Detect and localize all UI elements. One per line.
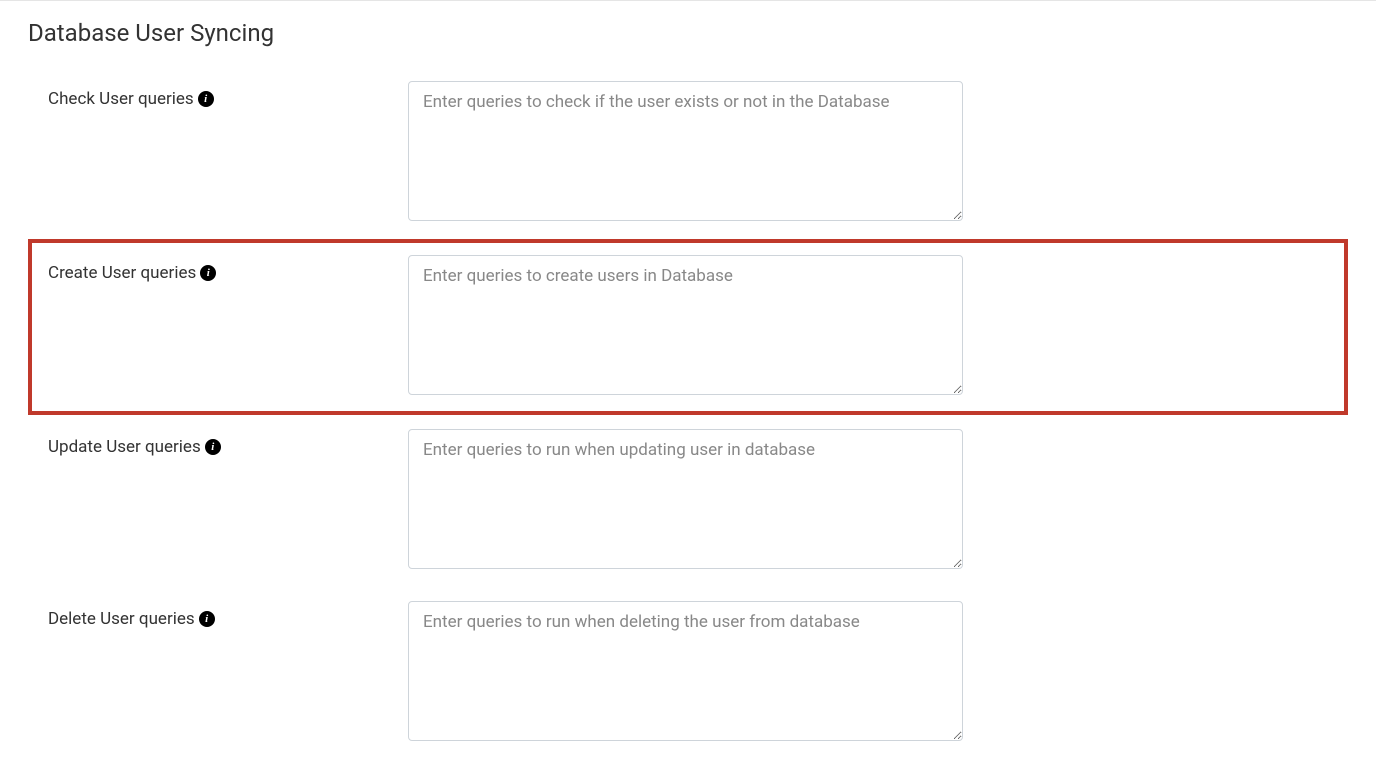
check-user-row: Check User queries i xyxy=(28,67,1348,239)
create-user-label-col: Create User queries i xyxy=(48,255,388,283)
info-icon[interactable]: i xyxy=(205,439,221,455)
create-user-label: Create User queries xyxy=(48,263,196,283)
section-title: Database User Syncing xyxy=(28,19,1348,47)
update-user-input-col xyxy=(408,429,963,573)
info-icon[interactable]: i xyxy=(198,91,214,107)
update-user-row: Update User queries i xyxy=(28,415,1348,587)
delete-user-input-col xyxy=(408,601,963,745)
delete-user-label: Delete User queries xyxy=(48,609,195,629)
update-user-label-col: Update User queries i xyxy=(48,429,388,457)
update-user-label: Update User queries xyxy=(48,437,201,457)
check-user-textarea[interactable] xyxy=(408,81,963,221)
create-user-row: Create User queries i xyxy=(28,239,1348,415)
info-icon[interactable]: i xyxy=(200,265,216,281)
settings-section: Database User Syncing Check User queries… xyxy=(0,1,1376,777)
check-user-label: Check User queries xyxy=(48,89,194,109)
create-user-textarea[interactable] xyxy=(408,255,963,395)
check-user-label-col: Check User queries i xyxy=(48,81,388,109)
delete-user-textarea[interactable] xyxy=(408,601,963,741)
check-user-input-col xyxy=(408,81,963,225)
create-user-input-col xyxy=(408,255,963,399)
info-icon[interactable]: i xyxy=(199,611,215,627)
update-user-textarea[interactable] xyxy=(408,429,963,569)
delete-user-label-col: Delete User queries i xyxy=(48,601,388,629)
delete-user-row: Delete User queries i xyxy=(28,587,1348,759)
